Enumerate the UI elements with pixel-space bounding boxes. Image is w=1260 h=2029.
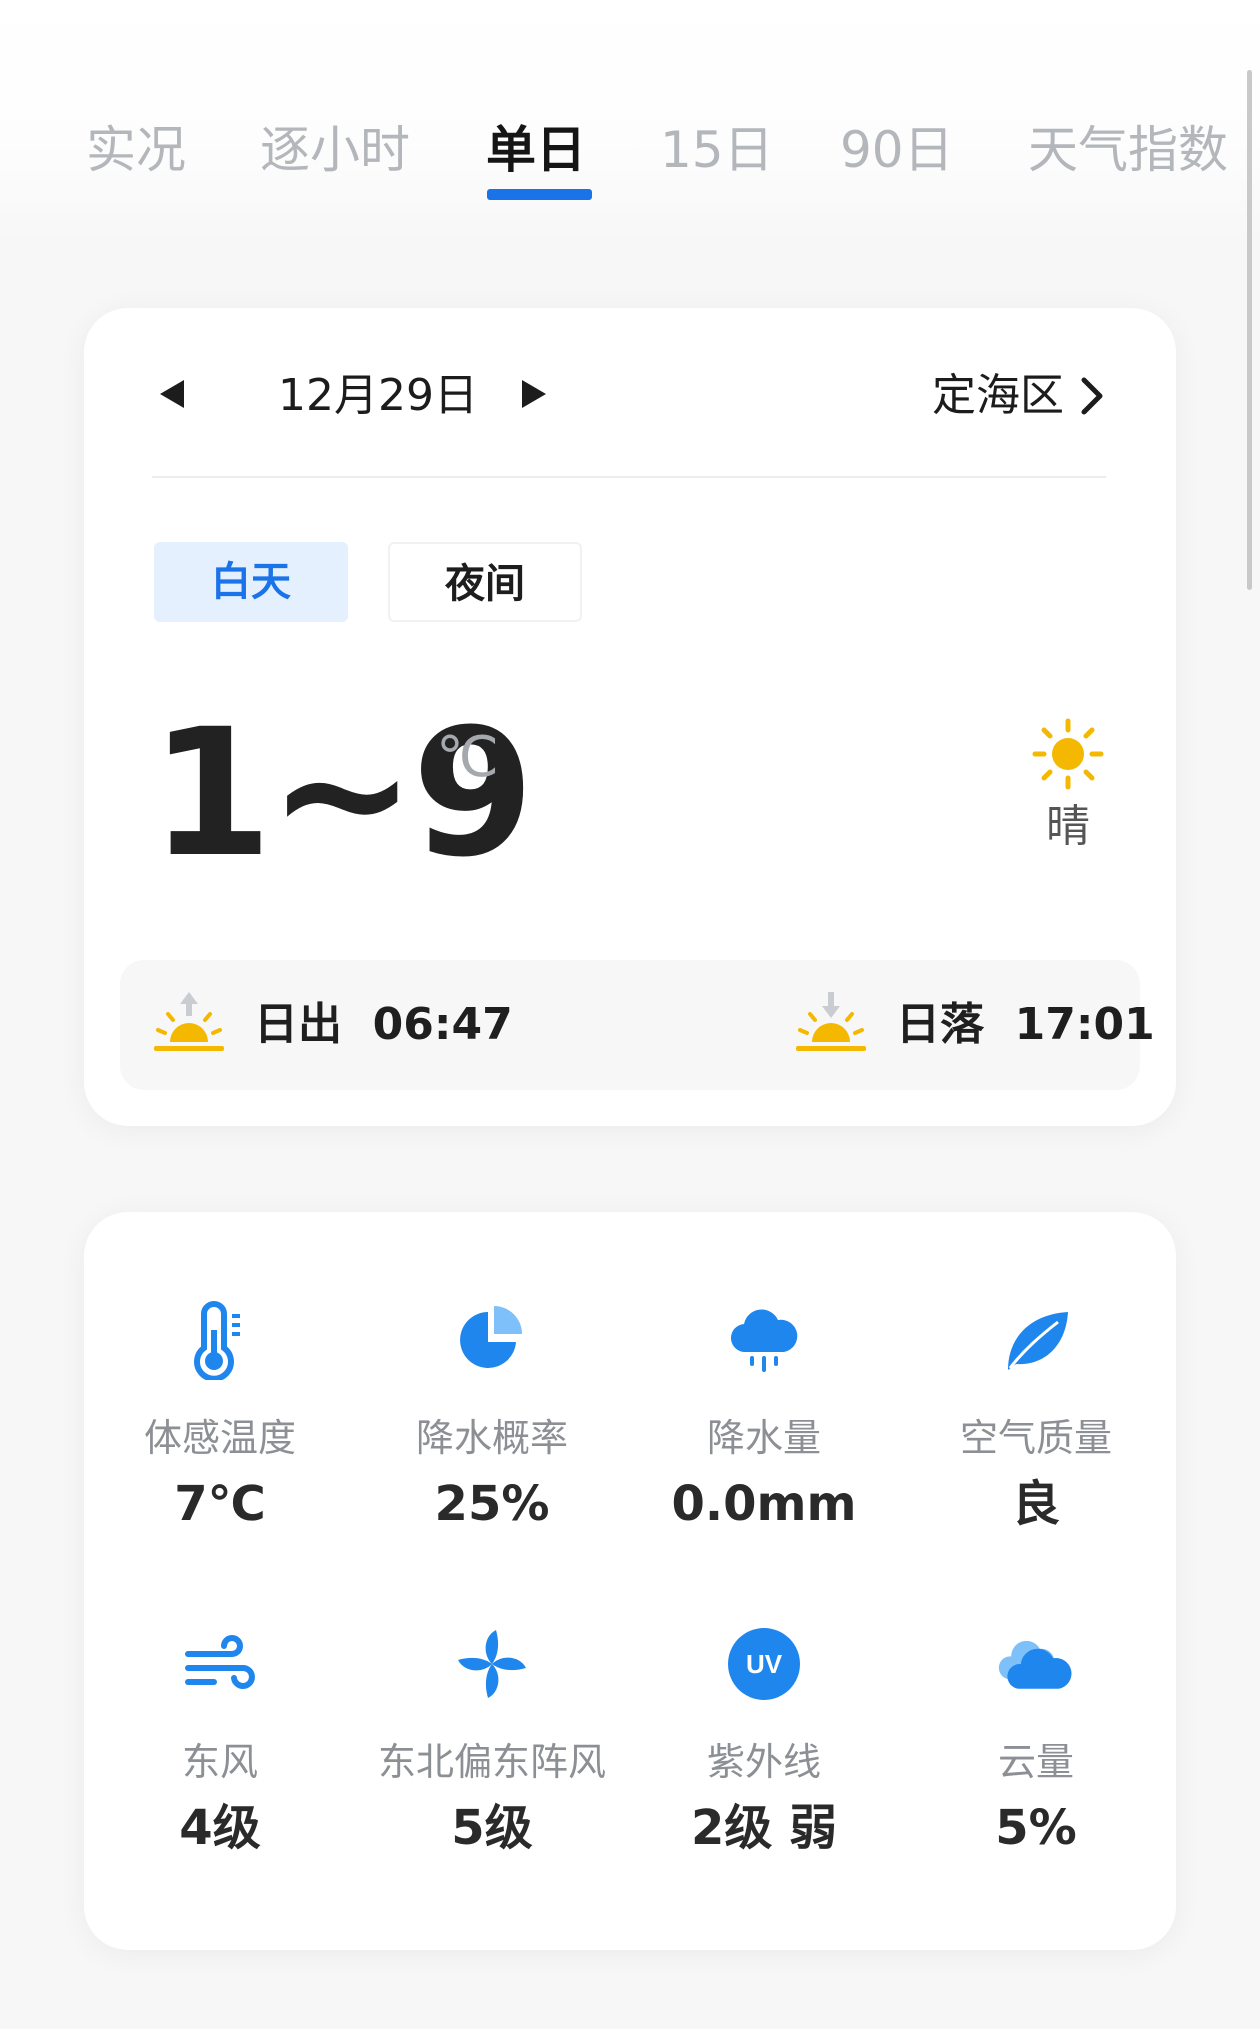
- sun-icon: [1032, 718, 1104, 790]
- triangle-right-icon: [522, 380, 546, 408]
- pie-chart-icon: [460, 1306, 522, 1368]
- detail-value: 4级: [179, 1800, 261, 1856]
- detail-value: 2级 弱: [690, 1800, 838, 1856]
- sunrise-label: 日出 06:47: [254, 999, 513, 1050]
- tab-live[interactable]: 实况: [86, 112, 186, 188]
- tab-hourly[interactable]: 逐小时: [260, 112, 410, 188]
- tab-15day[interactable]: 15日: [660, 112, 774, 188]
- sunrise-time: 06:47: [372, 999, 513, 1050]
- date-label: 12月29日: [278, 370, 478, 421]
- svg-text:UV: UV: [746, 1649, 783, 1679]
- detail-value: 5级: [451, 1800, 533, 1856]
- leaf-icon: [1008, 1312, 1068, 1370]
- sun-times-bar: 日出 06:47 日落 17:01: [120, 960, 1155, 1090]
- detail-label: 体感温度: [143, 1416, 296, 1460]
- uv-icon: UV: [728, 1628, 800, 1700]
- sunset-label: 日落 17:01: [896, 999, 1155, 1050]
- day-toggle[interactable]: 白天: [154, 542, 348, 622]
- detail-label: 紫外线: [706, 1740, 821, 1784]
- thermometer-icon: [194, 1301, 240, 1380]
- sunset-icon: [796, 992, 866, 1051]
- daily-summary-card: 12月29日 定海区 白天 夜间 1~9 ℃ 晴 日出 06:47 日落 17:…: [84, 308, 1176, 1126]
- detail-value: 25%: [434, 1476, 550, 1532]
- sunrise-icon: [154, 992, 224, 1051]
- detail-value: 5%: [995, 1800, 1077, 1856]
- detail-label: 东北偏东阵风: [377, 1740, 606, 1784]
- divider: [152, 476, 1106, 478]
- night-toggle[interactable]: 夜间: [388, 542, 582, 622]
- prev-day-button[interactable]: [152, 374, 192, 414]
- detail-value: 良: [1011, 1476, 1060, 1532]
- detail-label: 降水概率: [415, 1416, 568, 1460]
- detail-value: 0.0mm: [671, 1476, 857, 1532]
- wind-icon: [185, 1635, 255, 1689]
- tab-90day[interactable]: 90日: [840, 112, 954, 188]
- tab-weather-index[interactable]: 天气指数: [1028, 112, 1228, 188]
- weather-details-card: 体感温度 7℃ 降水概率 25% 降水量 0.0mm 空气质量 良 东风 4级 …: [84, 1212, 1176, 1950]
- detail-label: 东风: [181, 1740, 258, 1784]
- detail-label: 云量: [997, 1740, 1074, 1784]
- location-link[interactable]: 定海区: [932, 360, 1064, 432]
- condition-label: 晴: [1046, 801, 1090, 852]
- tab-daily[interactable]: 单日: [486, 112, 586, 188]
- tab-bar: 实况 逐小时 单日 15日 90日 天气指数: [0, 112, 1260, 222]
- temperature-unit: ℃: [436, 725, 499, 790]
- detail-label: 空气质量: [959, 1416, 1112, 1460]
- triangle-left-icon: [160, 380, 184, 408]
- cloud-icon: [998, 1640, 1072, 1689]
- scrollbar[interactable]: [1247, 70, 1252, 590]
- active-tab-indicator: [487, 189, 592, 200]
- pinwheel-icon: [458, 1630, 526, 1698]
- detail-value: 7℃: [174, 1476, 266, 1532]
- sunset-time: 17:01: [1014, 999, 1155, 1050]
- next-day-button[interactable]: [514, 374, 554, 414]
- rain-cloud-icon: [730, 1309, 798, 1372]
- date-row: 12月29日 定海区: [152, 360, 1112, 432]
- chevron-right-icon[interactable]: [1072, 374, 1112, 418]
- detail-label: 降水量: [706, 1416, 821, 1460]
